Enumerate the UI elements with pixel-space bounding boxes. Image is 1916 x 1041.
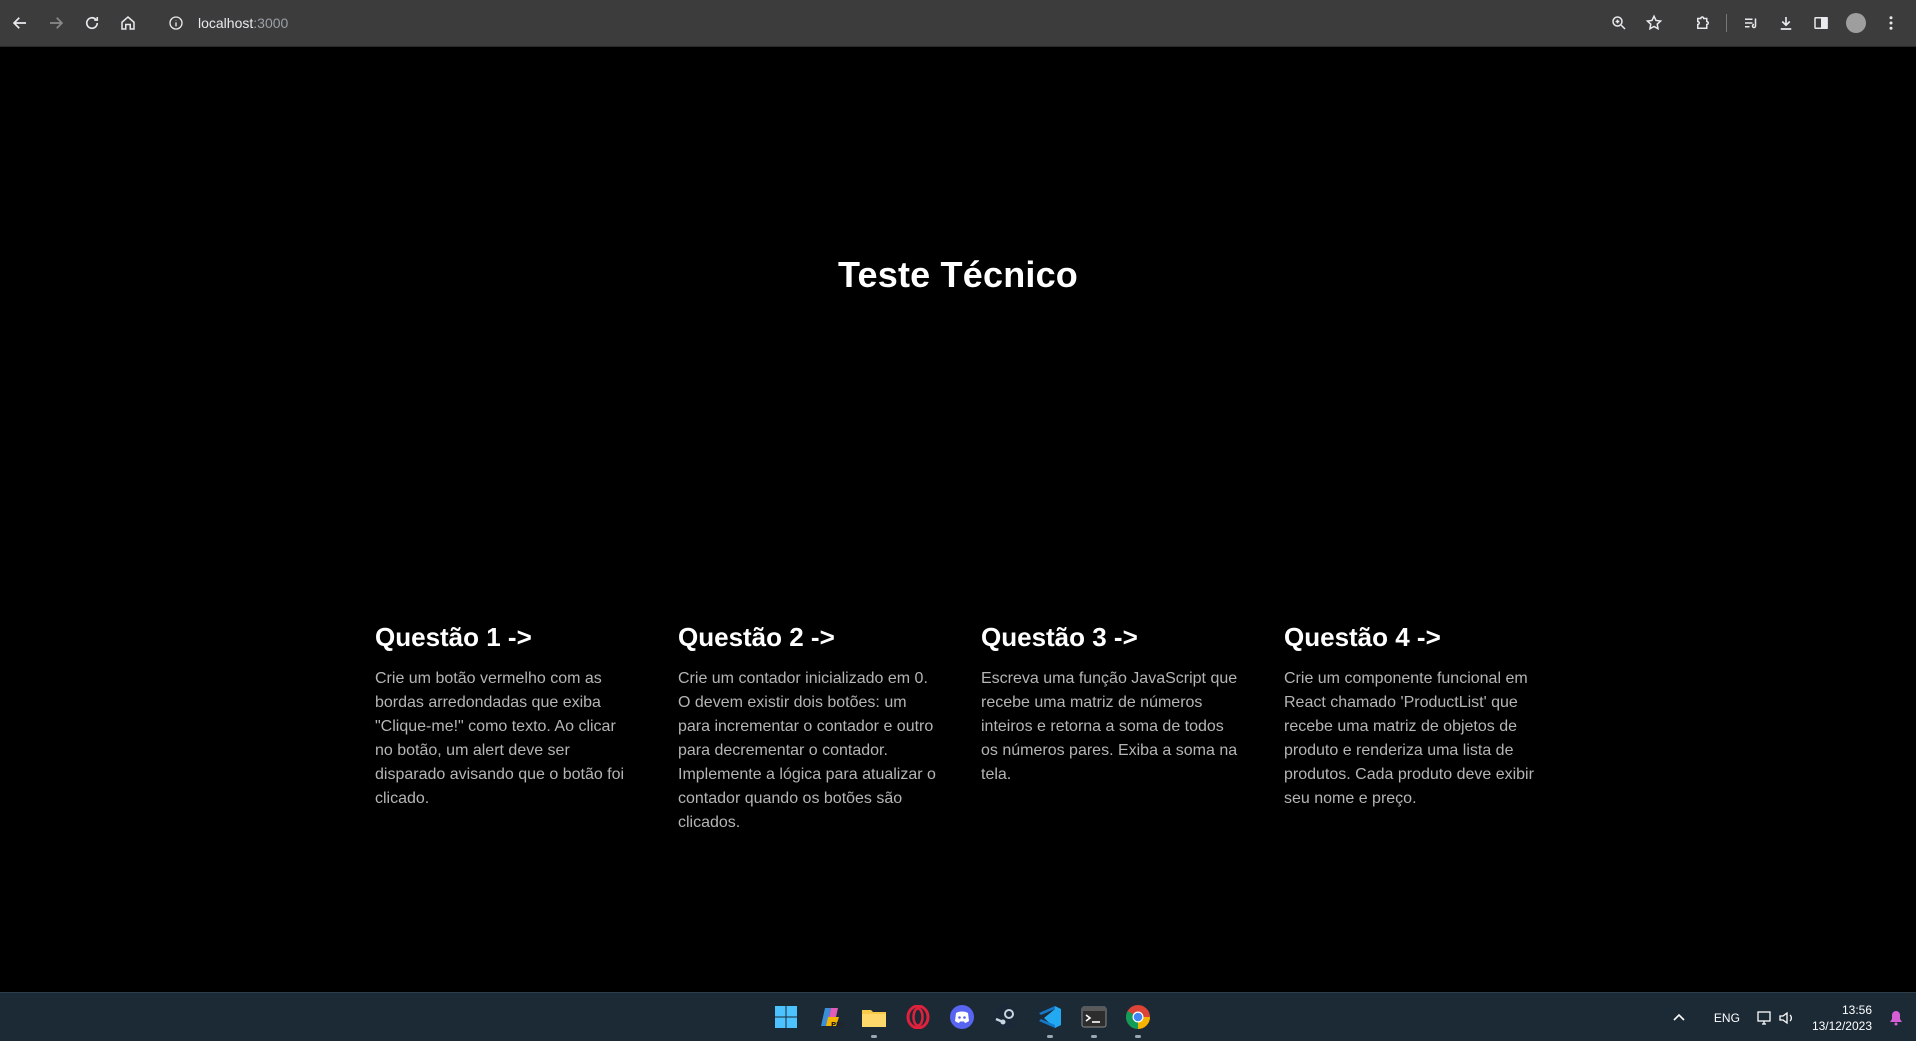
- running-indicator: [871, 1035, 877, 1038]
- page-content: Teste Técnico Questão 1 -> Crie um botão…: [0, 47, 1916, 992]
- question-card-1[interactable]: Questão 1 -> Crie um botão vermelho com …: [375, 622, 635, 835]
- taskbar-apps: PRE: [764, 999, 1160, 1038]
- file-explorer-button[interactable]: [852, 999, 896, 1038]
- url-host: localhost: [198, 15, 254, 31]
- volume-icon: [1779, 1011, 1792, 1024]
- steam-button[interactable]: [984, 999, 1028, 1035]
- running-indicator: [1091, 1035, 1097, 1038]
- clock[interactable]: 13:56 13/12/2023: [1804, 993, 1880, 1041]
- home-button[interactable]: [110, 5, 146, 41]
- address-bar[interactable]: localhost:3000: [168, 6, 288, 40]
- info-icon[interactable]: [168, 15, 184, 31]
- toolbar-separator: [1726, 14, 1727, 32]
- question-card-2[interactable]: Questão 2 -> Crie um contador inicializa…: [678, 622, 938, 835]
- downloads-button[interactable]: [1768, 5, 1803, 41]
- download-icon: [1780, 17, 1791, 30]
- zoom-icon: [1611, 16, 1626, 30]
- show-hidden-icons-button[interactable]: [1664, 993, 1694, 1041]
- home-icon: [121, 16, 135, 30]
- discord-icon: [950, 1005, 974, 1029]
- zoom-button[interactable]: [1601, 5, 1636, 41]
- back-button[interactable]: [2, 5, 38, 41]
- running-indicator: [1047, 1035, 1053, 1038]
- question-heading: Questão 2 ->: [678, 622, 835, 652]
- question-description: Crie um contador inicializado em 0. O de…: [678, 670, 936, 831]
- forward-icon: [50, 17, 64, 29]
- toolbar-actions: [1601, 5, 1908, 41]
- url-port: :3000: [253, 15, 289, 31]
- media-icon: [1744, 18, 1756, 29]
- browser-toolbar: localhost:3000: [0, 0, 1916, 47]
- side-panel-button[interactable]: [1803, 5, 1838, 41]
- question-heading: Questão 1 ->: [375, 622, 532, 652]
- svg-text:PRE: PRE: [831, 1021, 843, 1029]
- reload-icon: [85, 16, 99, 30]
- notifications-button[interactable]: [1880, 993, 1916, 1041]
- reload-button[interactable]: [74, 5, 110, 41]
- network-icon: [1757, 1010, 1771, 1025]
- question-cards: Questão 1 -> Crie um botão vermelho com …: [375, 622, 1544, 835]
- vscode-icon: [1039, 1006, 1061, 1028]
- start-button[interactable]: [764, 999, 808, 1035]
- opera-icon: [906, 1005, 930, 1029]
- question-card-3[interactable]: Questão 3 -> Escreva uma função JavaScri…: [981, 622, 1241, 835]
- terminal-button[interactable]: [1072, 999, 1116, 1038]
- back-icon: [12, 17, 26, 29]
- clock-date: 13/12/2023: [1811, 1018, 1872, 1033]
- copilot-icon: PRE: [821, 1008, 843, 1029]
- windows-start-icon: [775, 1006, 797, 1028]
- question-description: Crie um componente funcional em React ch…: [1284, 670, 1534, 807]
- chrome-icon: [1126, 1005, 1150, 1029]
- system-tray: ENG 13:56 13/12/2023: [1664, 993, 1916, 1041]
- media-button[interactable]: [1733, 5, 1768, 41]
- opera-button[interactable]: [896, 999, 940, 1035]
- vscode-button[interactable]: [1028, 999, 1072, 1038]
- profile-avatar: [1845, 13, 1866, 33]
- network-volume-button[interactable]: [1748, 993, 1804, 1041]
- extensions-button[interactable]: [1685, 5, 1720, 41]
- terminal-icon: [1081, 1006, 1107, 1028]
- bookmark-button[interactable]: [1636, 5, 1671, 41]
- question-heading: Questão 3 ->: [981, 622, 1138, 652]
- clock-time: 13:56: [1841, 1002, 1872, 1017]
- extensions-icon: [1696, 16, 1709, 29]
- chrome-button[interactable]: [1116, 999, 1160, 1038]
- chevron-up-icon: [1673, 1013, 1685, 1021]
- sidepanel-icon: [1813, 17, 1828, 29]
- running-indicator: [1135, 1035, 1141, 1038]
- star-icon: [1645, 14, 1662, 31]
- windows-taskbar: PRE ENG: [0, 992, 1916, 1041]
- menu-button[interactable]: [1873, 5, 1908, 41]
- file-explorer-icon: [862, 1010, 886, 1027]
- discord-button[interactable]: [940, 999, 984, 1035]
- profile-button[interactable]: [1838, 5, 1873, 41]
- forward-button[interactable]: [38, 5, 74, 41]
- language-indicator[interactable]: ENG: [1706, 993, 1748, 1041]
- question-card-4[interactable]: Questão 4 -> Crie um componente funciona…: [1284, 622, 1544, 835]
- question-heading: Questão 4 ->: [1284, 622, 1441, 652]
- page-title: Teste Técnico: [837, 254, 1078, 295]
- question-description: Crie um botão vermelho com as bordas arr…: [375, 670, 625, 807]
- copilot-button[interactable]: PRE: [808, 999, 852, 1035]
- bell-icon: [1890, 1010, 1902, 1025]
- menu-icon: [1889, 16, 1892, 30]
- question-description: Escreva uma função JavaScript que recebe…: [981, 670, 1238, 783]
- steam-icon: [994, 1005, 1018, 1029]
